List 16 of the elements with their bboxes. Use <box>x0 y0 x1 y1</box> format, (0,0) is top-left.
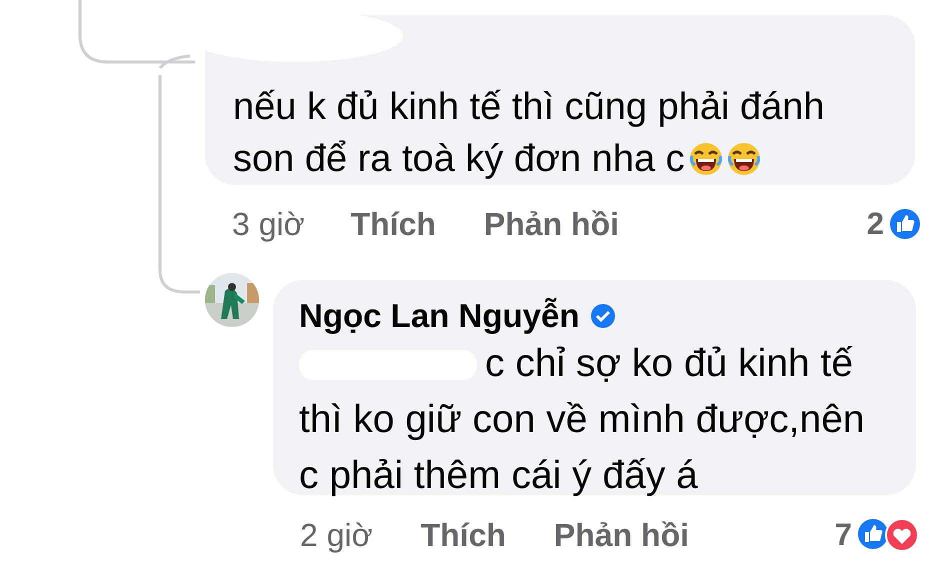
like-link[interactable]: Thích <box>350 200 436 248</box>
reply-link[interactable]: Phản hồi <box>484 200 620 248</box>
laughing-emoji-icon <box>726 142 761 176</box>
laughing-emoji-icon <box>688 142 723 176</box>
comment-text: c chỉ sợ ko đủ kinh tế thì ko giữ con về mình được,nên c phải thêm cái ý đấy á <box>299 341 866 499</box>
author-name: Ngọc Lan Nguyễn <box>299 296 580 336</box>
reaction-count: 7 <box>834 516 852 554</box>
comment-time: 2 giờ <box>300 516 373 555</box>
reply-link[interactable]: Phản hồi <box>554 511 690 559</box>
like-reaction-icon <box>888 207 922 241</box>
love-reaction-icon <box>884 517 920 553</box>
reaction-count: 2 <box>866 204 884 243</box>
comment-time: 3 giờ <box>232 205 305 244</box>
avatar[interactable] <box>205 273 259 327</box>
comment-text: nếu k đủ kinh tế thì cũng phải đánh son để ra toà ký đơn nha c <box>233 85 826 182</box>
like-link[interactable]: Thích <box>420 511 506 559</box>
